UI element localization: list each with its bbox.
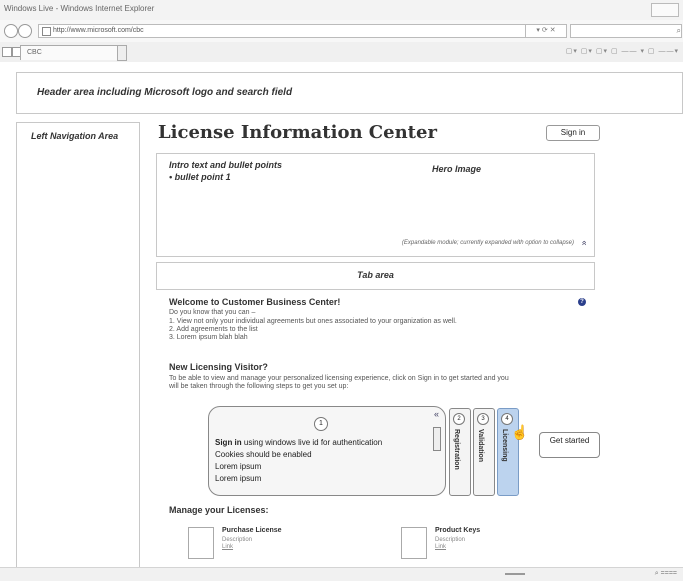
favorites-icon[interactable] bbox=[2, 47, 12, 57]
tab-bar: CBC ▢▾ ▢▾ ▢▾ ▢ —— ▾ ▢ ——▾ bbox=[0, 42, 683, 63]
step-number: 3 bbox=[477, 413, 489, 425]
address-bar: http://www.microsoft.com/cbc ▾ ⟳ ✕ ⌕ bbox=[0, 20, 683, 43]
hero-image-placeholder: Hero Image bbox=[432, 164, 482, 174]
wizard-step-licensing[interactable]: 4 Licensing bbox=[497, 408, 519, 496]
intro-bullet: • bullet point 1 bbox=[169, 172, 231, 182]
title-bar: Windows Live - Windows Internet Explorer bbox=[0, 0, 683, 21]
purchase-license-desc: Description bbox=[222, 537, 253, 543]
url-text: http://www.microsoft.com/cbc bbox=[53, 27, 144, 34]
page-title: License Information Center bbox=[158, 122, 437, 143]
status-bar: ⌕ ==== bbox=[0, 567, 683, 581]
visitor-text: will be taken through the following step… bbox=[169, 383, 349, 390]
signup-wizard: 1 « Sign in using windows live id for au… bbox=[208, 406, 446, 496]
welcome-title: Welcome to Customer Business Center! bbox=[169, 297, 341, 307]
welcome-item: 3. Lorem ipsum blah blah bbox=[169, 334, 248, 341]
tab-cbc[interactable]: CBC bbox=[20, 45, 123, 60]
new-tab-button[interactable] bbox=[117, 45, 127, 61]
step-details: Sign in using windows live id for authen… bbox=[215, 437, 382, 485]
visitor-title: New Licensing Visitor? bbox=[169, 362, 268, 372]
welcome-lead: Do you know that you can – bbox=[169, 309, 256, 316]
hero-note: (Expandable module; currently expanded w… bbox=[401, 240, 574, 246]
welcome-item: 1. View not only your individual agreeme… bbox=[169, 318, 457, 325]
cursor-icon: ☝ bbox=[511, 424, 529, 440]
wizard-step-registration[interactable]: 2 Registration bbox=[449, 408, 471, 496]
wizard-scrollbar[interactable] bbox=[433, 427, 441, 451]
tab-area: Tab area bbox=[156, 262, 595, 290]
wizard-step-validation[interactable]: 3 Validation bbox=[473, 408, 495, 496]
get-started-button[interactable]: Get started bbox=[539, 432, 600, 458]
step-label: Validation bbox=[477, 429, 484, 463]
step-number: 2 bbox=[453, 413, 465, 425]
step-label: Licensing bbox=[501, 429, 508, 462]
purchase-license-icon bbox=[188, 527, 214, 559]
step-number: 1 bbox=[314, 417, 328, 431]
wizard-collapse-icon[interactable]: « bbox=[434, 409, 439, 419]
back-icon[interactable] bbox=[4, 24, 18, 38]
browser-search-field[interactable]: ⌕ bbox=[570, 24, 682, 38]
hero-module: Intro text and bullet points • bullet po… bbox=[156, 153, 595, 257]
collapse-icon[interactable]: » bbox=[578, 240, 588, 245]
intro-text: Intro text and bullet points • bullet po… bbox=[169, 159, 282, 183]
product-keys-desc: Description bbox=[435, 537, 466, 543]
page-header: Header area including Microsoft logo and… bbox=[16, 72, 683, 114]
product-keys-link[interactable]: Link bbox=[435, 544, 446, 551]
window-controls[interactable] bbox=[651, 3, 679, 17]
intro-heading: Intro text and bullet points bbox=[169, 160, 282, 170]
left-nav-placeholder: Left Navigation Area bbox=[31, 131, 119, 141]
step-detail-bold: Sign in bbox=[215, 438, 242, 447]
window-title: Windows Live - Windows Internet Explorer bbox=[4, 4, 155, 13]
step-detail-text: Cookies should be enabled bbox=[215, 450, 312, 459]
sign-in-button[interactable]: Sign in bbox=[546, 125, 600, 141]
progress-indicator bbox=[505, 573, 525, 575]
product-keys-icon bbox=[401, 527, 427, 559]
page-content: Header area including Microsoft logo and… bbox=[0, 62, 683, 569]
step-label: Registration bbox=[453, 429, 460, 470]
step-detail-text: Lorem ipsum bbox=[215, 474, 262, 483]
page-icon bbox=[42, 27, 51, 36]
search-icon[interactable]: ⌕ bbox=[677, 26, 681, 35]
forward-icon[interactable] bbox=[18, 24, 32, 38]
manage-title: Manage your Licenses: bbox=[169, 505, 269, 515]
zoom-control[interactable]: ⌕ ==== bbox=[655, 570, 677, 578]
tab-label: CBC bbox=[27, 49, 42, 56]
url-field[interactable]: http://www.microsoft.com/cbc bbox=[38, 24, 539, 38]
left-navigation: Left Navigation Area bbox=[16, 122, 140, 569]
header-placeholder: Header area including Microsoft logo and… bbox=[37, 87, 293, 98]
help-icon[interactable]: ? bbox=[578, 298, 586, 306]
step-detail-text: using windows live id for authentication bbox=[241, 438, 383, 447]
purchase-license-link[interactable]: Link bbox=[222, 544, 233, 551]
tab-area-placeholder: Tab area bbox=[357, 270, 394, 280]
step-detail-text: Lorem ipsum bbox=[215, 462, 262, 471]
collapse-icon-glyph: » bbox=[578, 240, 589, 246]
product-keys-title: Product Keys bbox=[435, 527, 481, 534]
purchase-license-title: Purchase License bbox=[222, 527, 282, 534]
toolbar-tools[interactable]: ▢▾ ▢▾ ▢▾ ▢ —— ▾ ▢ ——▾ bbox=[566, 47, 679, 55]
welcome-item: 2. Add agreements to the list bbox=[169, 326, 258, 333]
refresh-stop-controls[interactable]: ▾ ⟳ ✕ bbox=[525, 24, 567, 38]
visitor-text: To be able to view and manage your perso… bbox=[169, 375, 509, 382]
